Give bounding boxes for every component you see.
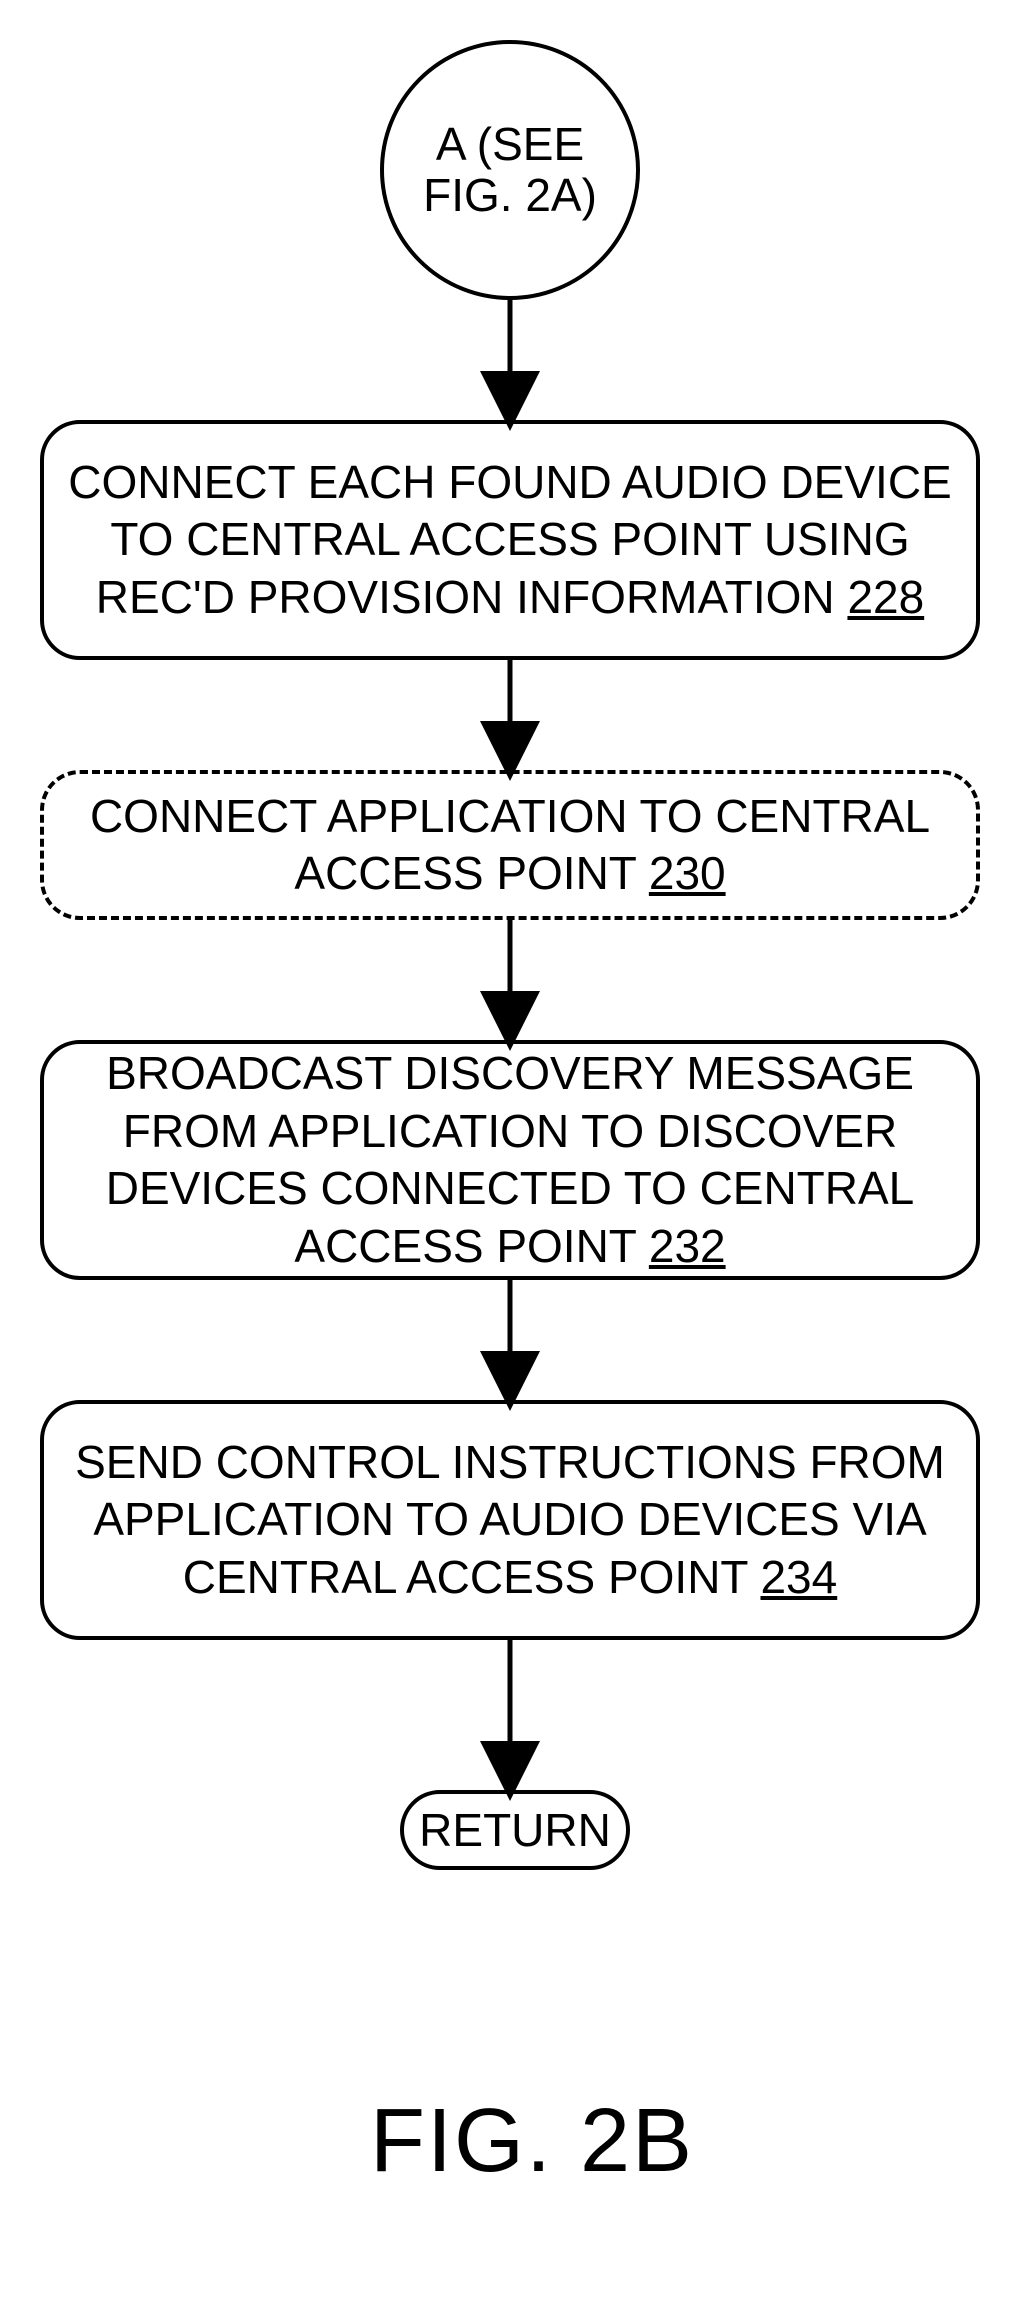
step-230-text: CONNECT APPLICATION TO CENTRAL ACCESS PO… — [68, 788, 952, 903]
step-232-ref: 232 — [649, 1220, 726, 1272]
terminator-return-label: RETURN — [419, 1803, 611, 1857]
step-228-ref: 228 — [847, 571, 924, 623]
step-228-body: CONNECT EACH FOUND AUDIO DEVICE TO CENTR… — [68, 456, 951, 623]
connector-a-label: A (SEE FIG. 2A) — [392, 119, 628, 220]
step-228: CONNECT EACH FOUND AUDIO DEVICE TO CENTR… — [40, 420, 980, 660]
step-234: SEND CONTROL INSTRUCTIONS FROM APPLICATI… — [40, 1400, 980, 1640]
step-230-ref: 230 — [649, 847, 726, 899]
step-230: CONNECT APPLICATION TO CENTRAL ACCESS PO… — [40, 770, 980, 920]
step-230-body: CONNECT APPLICATION TO CENTRAL ACCESS PO… — [90, 790, 930, 900]
flowchart-canvas: A (SEE FIG. 2A) CONNECT EACH FOUND AUDIO… — [0, 0, 1018, 2323]
step-232-text: BROADCAST DISCOVERY MESSAGE FROM APPLICA… — [68, 1045, 952, 1275]
step-232: BROADCAST DISCOVERY MESSAGE FROM APPLICA… — [40, 1040, 980, 1280]
connector-a: A (SEE FIG. 2A) — [380, 40, 640, 300]
step-228-text: CONNECT EACH FOUND AUDIO DEVICE TO CENTR… — [68, 454, 952, 627]
step-234-ref: 234 — [760, 1551, 837, 1603]
step-234-text: SEND CONTROL INSTRUCTIONS FROM APPLICATI… — [68, 1434, 952, 1607]
figure-label: FIG. 2B — [370, 2090, 694, 2193]
step-232-body: BROADCAST DISCOVERY MESSAGE FROM APPLICA… — [106, 1047, 915, 1272]
terminator-return: RETURN — [400, 1790, 630, 1870]
